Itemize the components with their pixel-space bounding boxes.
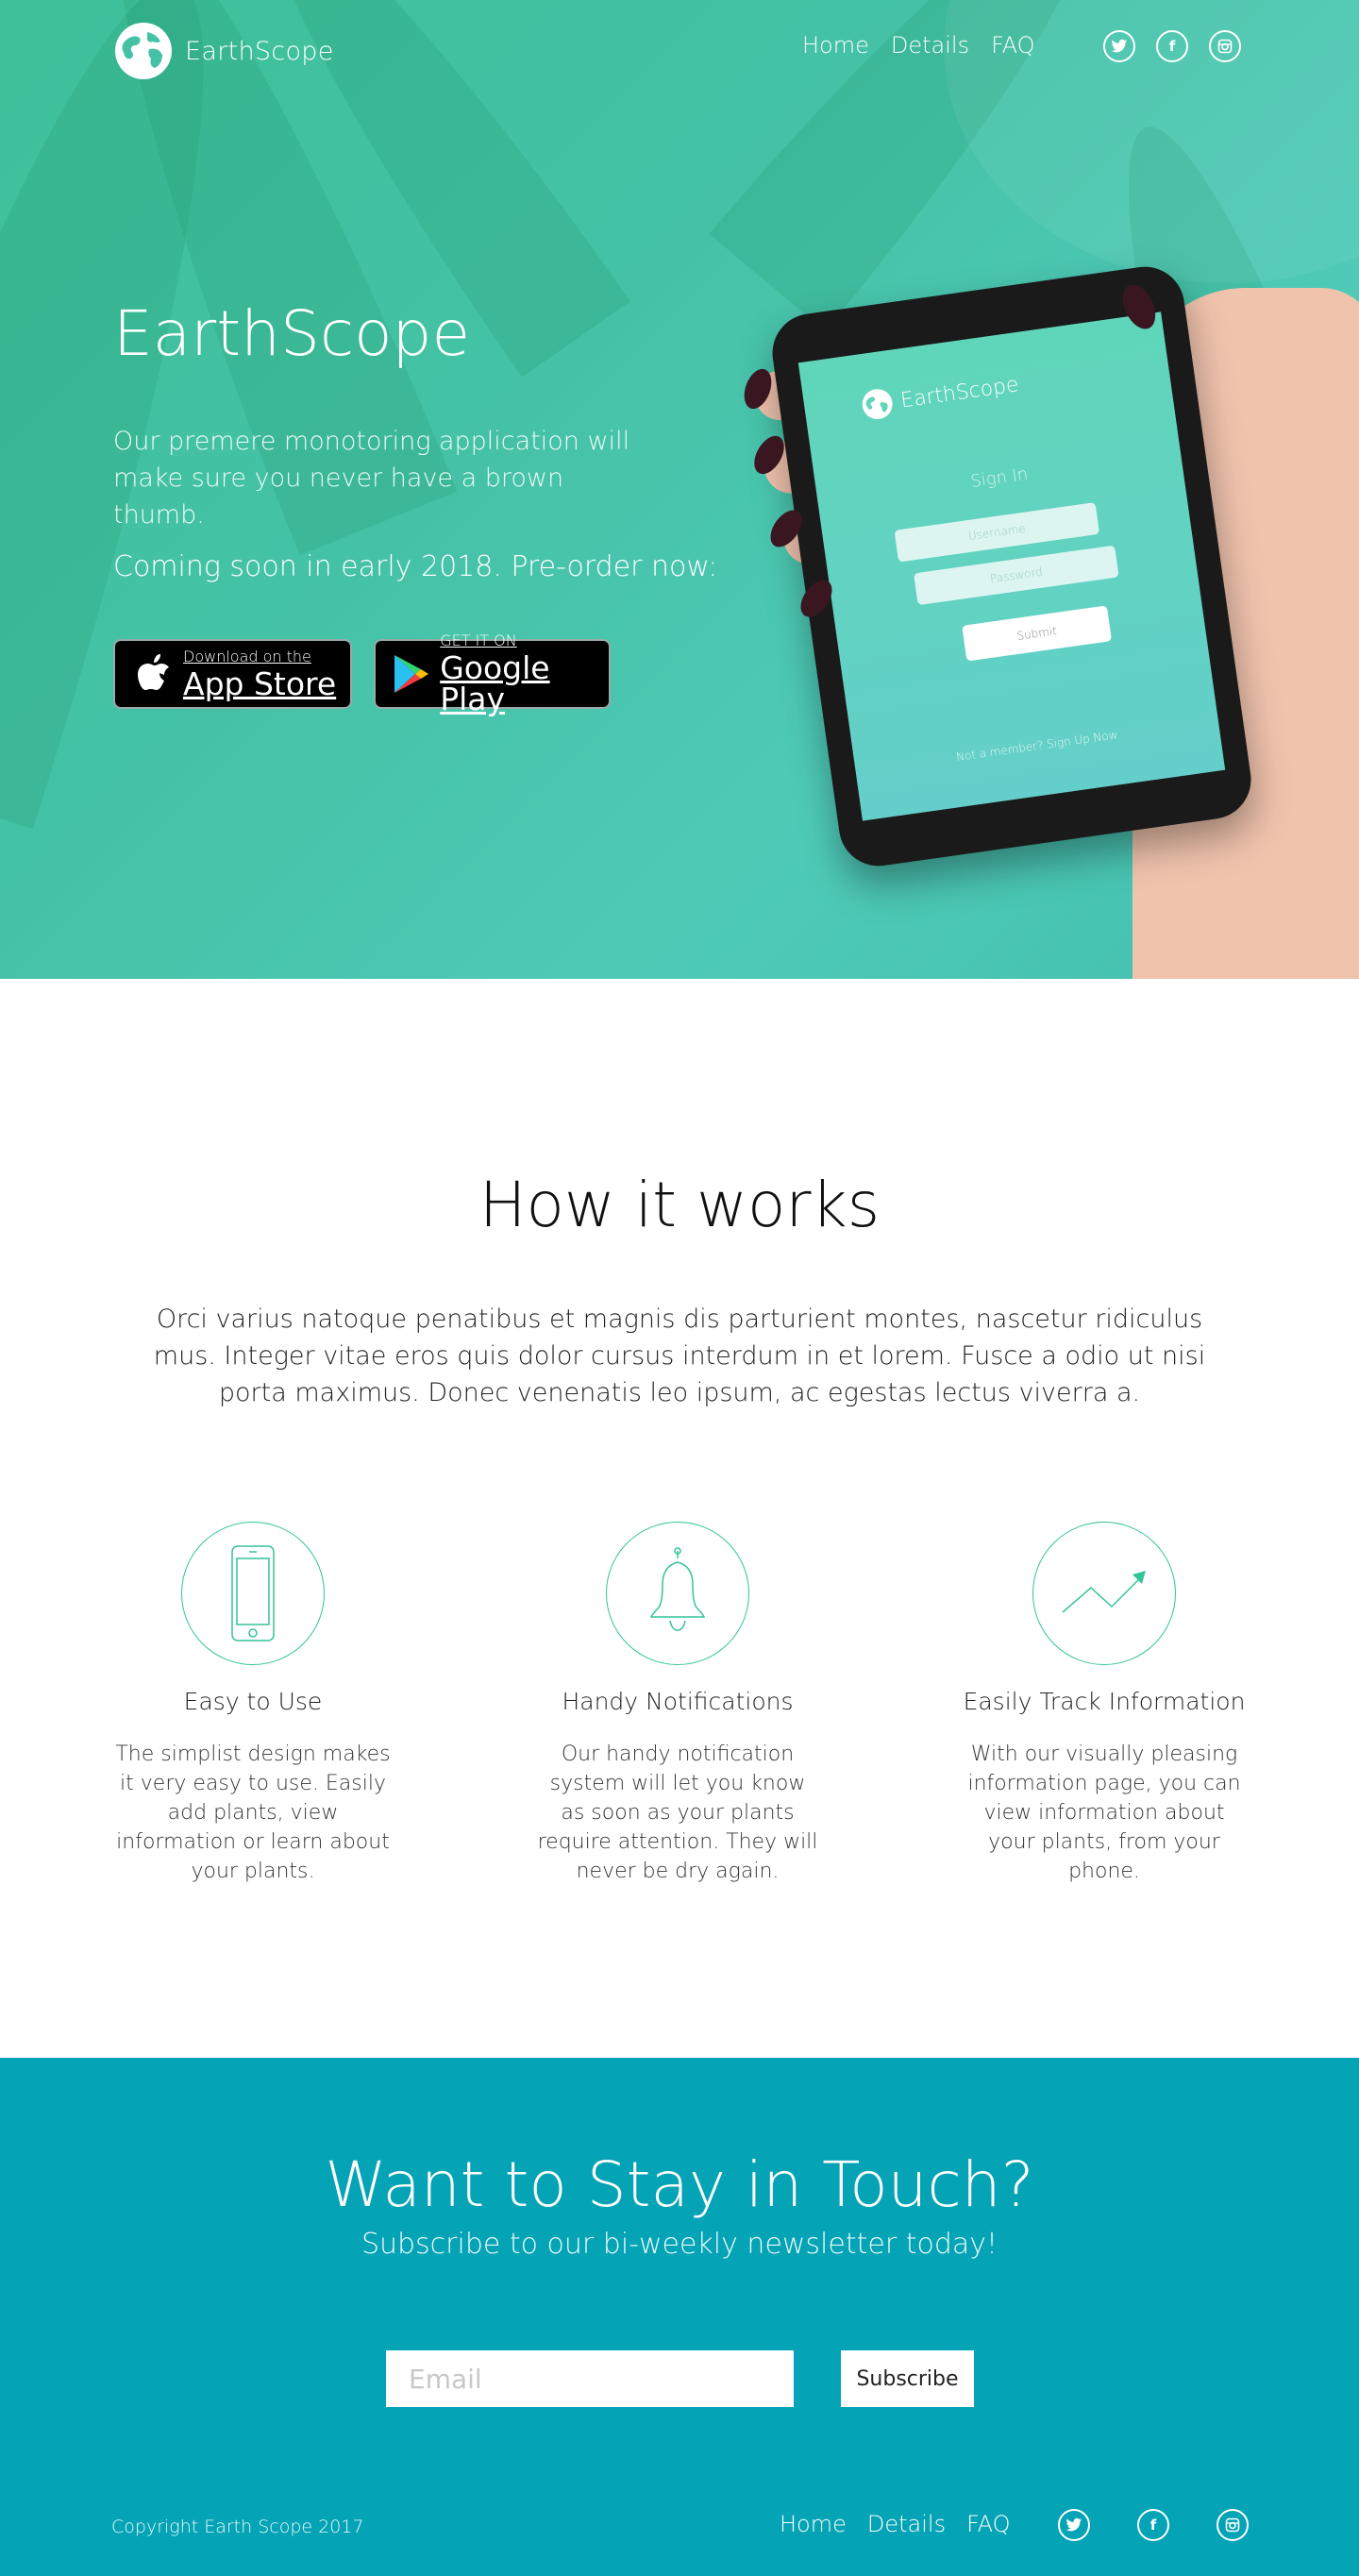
nav-details[interactable]: Details — [891, 32, 969, 59]
globe-icon — [115, 23, 172, 79]
feature-easy-to-use: Easy to Use The simplist design makes it… — [64, 1522, 442, 1886]
instagram-icon[interactable] — [1209, 30, 1241, 62]
phone-screen: EarthScope Sign In Username Password Sub… — [797, 311, 1226, 821]
feature-text: With our visually pleasing information p… — [967, 1743, 1241, 1883]
phone-icon — [181, 1522, 325, 1665]
email-input[interactable] — [386, 2350, 794, 2407]
globe-icon — [862, 389, 893, 420]
google-play-small: GET IT ON — [440, 631, 517, 649]
feature-text: The simplist design makes it very easy t… — [115, 1743, 391, 1883]
feature-text: Our handy notification system will let y… — [537, 1743, 818, 1883]
footer-links: Home Details FAQ — [780, 2511, 1011, 2537]
feature-title: Easy to Use — [183, 1688, 323, 1715]
how-description: Orci varius natoque penatibus et magnis … — [153, 1305, 1206, 1407]
footer-details[interactable]: Details — [867, 2511, 946, 2537]
footer-social-links: f — [1058, 2509, 1249, 2541]
google-play-icon — [393, 653, 430, 695]
facebook-icon[interactable]: f — [1137, 2509, 1169, 2541]
hero-tagline: Our premere monotoring application will … — [113, 427, 630, 530]
newsletter-title: Want to Stay in Touch? — [325, 2148, 1034, 2221]
how-title: How it works — [478, 1169, 881, 1241]
subscribe-button[interactable]: Subscribe — [841, 2350, 974, 2407]
screen-logo: EarthScope — [859, 368, 1020, 422]
trend-icon — [1032, 1522, 1176, 1665]
feature-handy-notifications: Handy Notifications Our handy notificati… — [489, 1522, 866, 1886]
newsletter-subtitle: Subscribe to our bi-weekly newsletter to… — [361, 2228, 998, 2261]
nav-home[interactable]: Home — [802, 32, 869, 59]
bell-icon — [606, 1522, 749, 1665]
app-store-small: Download on the — [183, 647, 311, 665]
brand-name: EarthScope — [185, 36, 334, 66]
app-store-button[interactable]: Download on the App Store — [113, 639, 352, 709]
hero-section: EarthScope Home Details FAQ f EarthScope… — [0, 0, 1359, 979]
google-play-big: Google Play — [440, 649, 550, 717]
nav-links: Home Details FAQ — [802, 32, 1035, 59]
phone-mockup: EarthScope Sign In Username Password Sub… — [736, 255, 1359, 979]
logo[interactable]: EarthScope — [113, 21, 334, 81]
hero-title: EarthScope — [113, 297, 471, 370]
newsletter-section: Want to Stay in Touch? Subscribe to our … — [0, 2058, 1359, 2576]
footer-home[interactable]: Home — [780, 2511, 847, 2537]
top-nav: EarthScope Home Details FAQ f — [113, 21, 1241, 79]
facebook-icon[interactable]: f — [1156, 30, 1188, 62]
phone-device: EarthScope Sign In Username Password Sub… — [767, 261, 1256, 871]
google-play-button[interactable]: GET IT ON Google Play — [374, 633, 611, 715]
instagram-icon[interactable] — [1216, 2509, 1249, 2541]
feature-title: Handy Notifications — [562, 1688, 794, 1715]
hero-coming-soon: Coming soon in early 2018. Pre-order now… — [113, 550, 718, 583]
social-links: f — [1103, 30, 1241, 62]
copyright-text: Copyright Earth Scope 2017 — [111, 2517, 364, 2537]
twitter-icon[interactable] — [1103, 30, 1135, 62]
feature-title: Easily Track Information — [963, 1688, 1246, 1715]
apple-icon — [132, 653, 174, 695]
screen-brand: EarthScope — [898, 372, 1020, 413]
screen-signup-text: Not a member? Sign Up Now — [955, 728, 1119, 765]
app-store-big: App Store — [183, 665, 337, 702]
feature-track-information: Easily Track Information With our visual… — [915, 1522, 1293, 1886]
twitter-icon[interactable] — [1058, 2509, 1090, 2541]
footer-faq[interactable]: FAQ — [966, 2511, 1011, 2537]
screen-sign-in: Sign In — [969, 463, 1030, 493]
screen-submit-button: Submit — [962, 605, 1113, 662]
nav-faq[interactable]: FAQ — [991, 32, 1035, 59]
